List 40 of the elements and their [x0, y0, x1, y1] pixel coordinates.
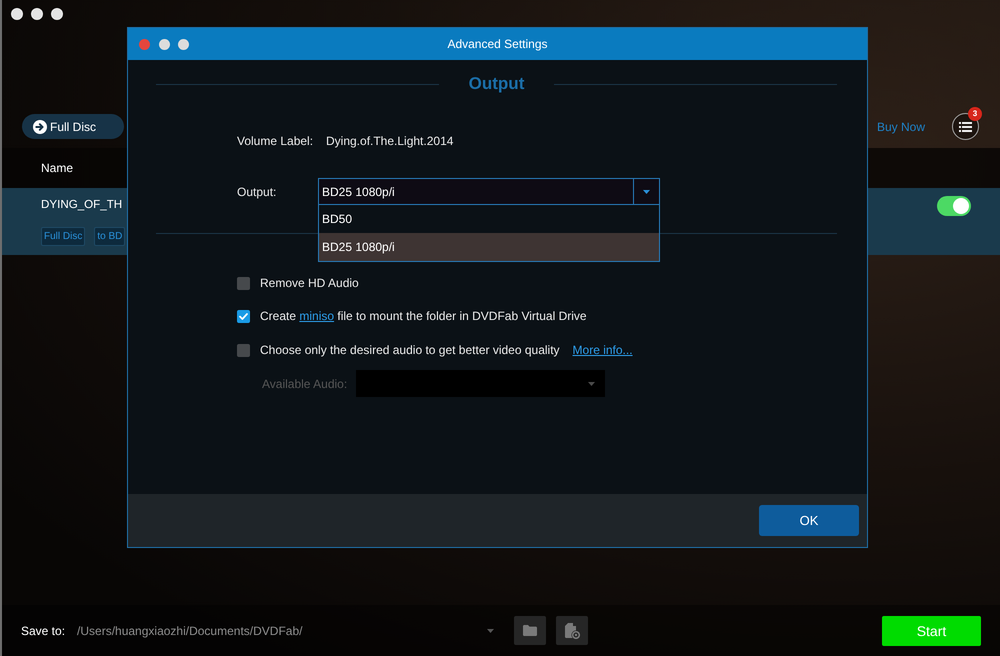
browse-folder-button[interactable] [514, 616, 546, 645]
maximize-button[interactable] [51, 8, 63, 20]
caret-down-icon [487, 628, 494, 632]
list-icon [959, 122, 972, 132]
checkbox-label: Remove HD Audio [260, 276, 359, 290]
section-heading: Output [468, 74, 524, 94]
output-dropdown[interactable]: BD25 1080p/i [318, 178, 660, 205]
caret-down-icon [588, 382, 595, 386]
toggle-switch[interactable] [937, 196, 971, 216]
checkbox-label: Create miniso file to mount the folder in DVDFab Virtual Drive [260, 309, 587, 323]
minimize-button[interactable] [31, 8, 43, 20]
more-info-link[interactable]: More info... [572, 343, 633, 357]
save-path-dropdown[interactable]: /Users/huangxiaozhi/Documents/DVDFab/ [77, 618, 500, 642]
checkbox[interactable] [237, 344, 250, 356]
full-disc-button[interactable]: Full Disc [22, 114, 124, 139]
field-label: Volume Label: [237, 134, 314, 148]
close-button[interactable] [11, 8, 23, 20]
dialog-title: Advanced Settings [447, 37, 548, 51]
field-label: Available Audio: [262, 376, 348, 390]
inline-link[interactable]: miniso [299, 309, 334, 323]
mode-tag: Full Disc [41, 227, 86, 246]
ok-button[interactable]: OK [759, 505, 859, 536]
folder-icon [523, 625, 538, 636]
checkbox[interactable] [237, 310, 250, 322]
column-header: Name [41, 161, 74, 175]
arrow-right-circle-icon [33, 120, 47, 134]
checkbox[interactable] [237, 276, 250, 290]
disc-file-button[interactable] [556, 616, 588, 645]
checkbox-label: Choose only the desired audio to get better video quality [260, 343, 560, 357]
buy-now-link[interactable]: Buy Now [876, 120, 925, 134]
title-name: DYING_OF_TH [41, 198, 124, 212]
field-label: Output: [237, 184, 278, 198]
dropdown-option[interactable]: BD25 1080p/i [319, 233, 659, 261]
count-badge: 3 [968, 107, 982, 121]
mode-tag: to BD [94, 227, 126, 246]
save-to-label: Save to: [21, 624, 66, 638]
check-icon [239, 312, 248, 320]
dropdown-option[interactable]: BD50 [319, 205, 659, 233]
file-disc-icon [564, 622, 580, 638]
volume-label-value: Dying.of.The.Light.2014 [326, 134, 454, 148]
